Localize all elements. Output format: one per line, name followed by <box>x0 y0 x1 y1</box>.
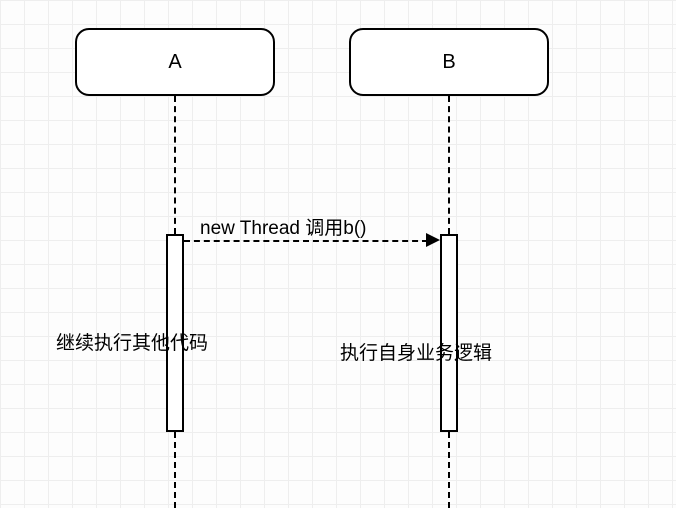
participant-b: B <box>349 28 549 96</box>
arrow-icon <box>426 233 440 247</box>
participant-b-label: B <box>442 51 455 74</box>
activation-b <box>440 234 458 432</box>
lifeline-b-bottom <box>448 432 450 508</box>
participant-a: A <box>75 28 275 96</box>
lifeline-b-top <box>448 96 450 234</box>
note-a: 继续执行其他代码 <box>56 328 208 355</box>
lifeline-a-top <box>174 96 176 234</box>
message-line <box>184 240 428 242</box>
lifeline-a-bottom <box>174 432 176 508</box>
message-label: new Thread 调用b() <box>200 213 367 240</box>
participant-a-label: A <box>168 51 181 74</box>
note-b: 执行自身业务逻辑 <box>340 338 492 365</box>
